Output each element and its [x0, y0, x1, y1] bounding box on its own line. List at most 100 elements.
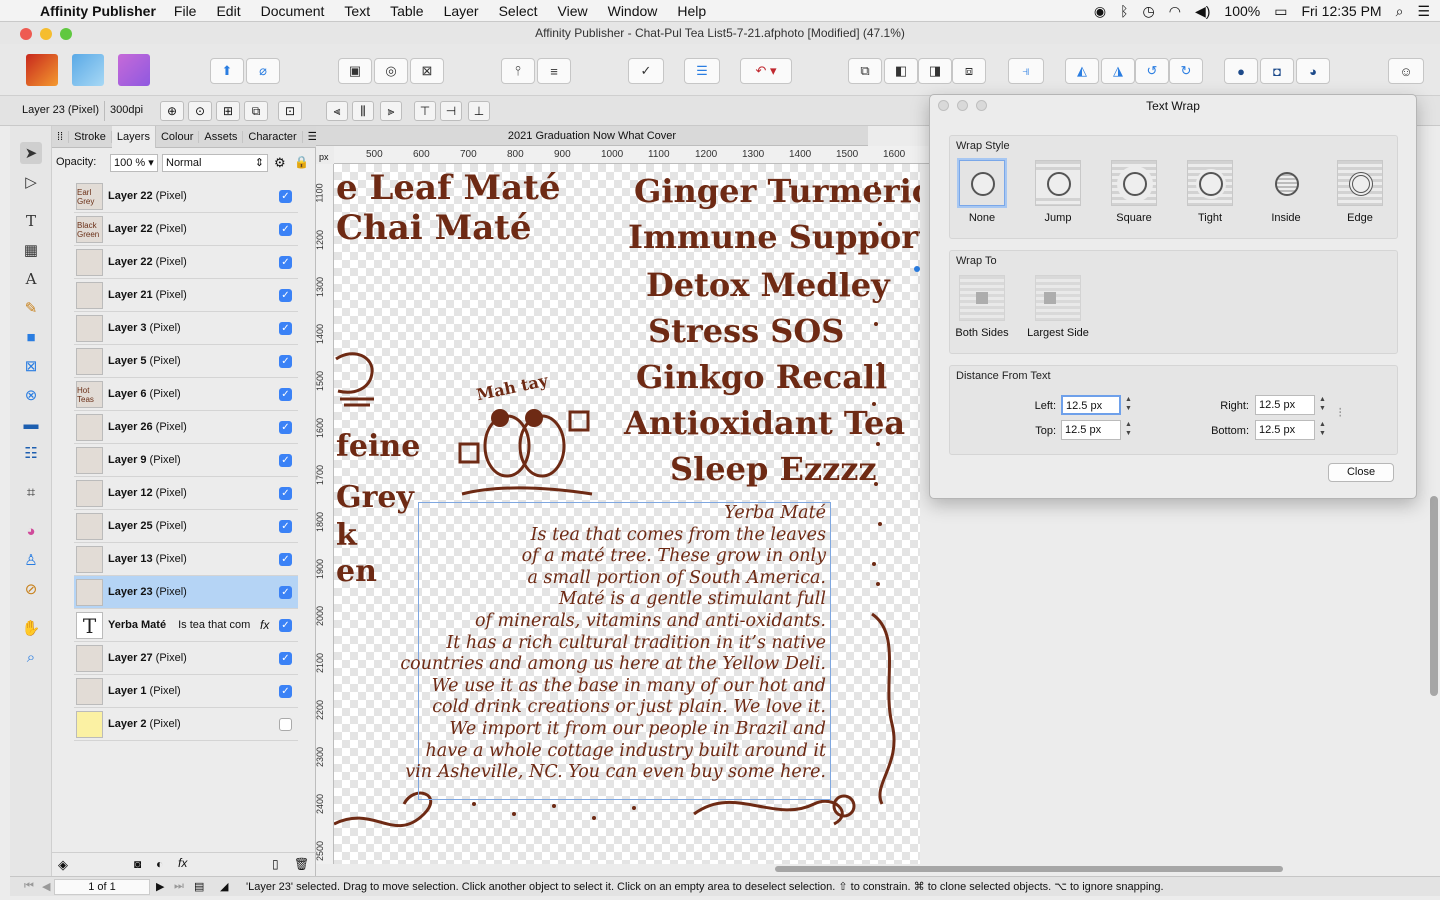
layer-visibility-checkbox[interactable]: ✓ — [279, 553, 292, 566]
align-top-icon[interactable]: ⊤ — [414, 101, 436, 121]
menu-file[interactable]: File — [174, 3, 197, 19]
gear-icon[interactable]: ⚙ — [274, 155, 286, 171]
left-distance-field[interactable]: 12.5 px — [1061, 395, 1121, 415]
layer-visibility-checkbox[interactable]: ✓ — [279, 421, 292, 434]
previous-page-icon[interactable]: ◀ — [42, 880, 50, 893]
layer-row[interactable]: Layer 26 (Pixel) ✓ — [74, 411, 298, 444]
zoom-tool-icon[interactable]: ⌕ — [20, 646, 42, 668]
wrap-to-largest-side[interactable]: Largest Side — [1027, 275, 1089, 339]
close-button[interactable]: Close — [1328, 463, 1394, 482]
app-menu[interactable]: Affinity Publisher — [40, 3, 156, 19]
layer-visibility-checkbox[interactable] — [279, 718, 292, 731]
right-distance-field[interactable]: 12.5 px — [1255, 395, 1315, 415]
layer-visibility-checkbox[interactable]: ✓ — [279, 454, 292, 467]
wrap-to-both-sides[interactable]: Both Sides — [955, 275, 1009, 339]
move-to-back-icon[interactable]: ⧉ — [848, 58, 882, 84]
publisher-persona-icon[interactable] — [26, 54, 58, 86]
wrap-style-jump[interactable]: Jump — [1035, 160, 1081, 224]
layer-row[interactable]: Earl Grey Layer 22 (Pixel) ✓ — [74, 180, 298, 213]
preflight-icon[interactable]: ✓ — [628, 58, 664, 84]
hand-tool-icon[interactable]: ✋ — [20, 617, 42, 639]
menu-view[interactable]: View — [558, 3, 588, 19]
transform-origin-icon[interactable]: ⊕ — [160, 101, 184, 121]
flip-horizontal-icon[interactable]: ◭ — [1065, 58, 1099, 84]
align-center-icon[interactable]: ⫼ — [352, 101, 374, 121]
trash-icon[interactable]: 🗑 — [294, 857, 309, 871]
selection-handle[interactable] — [914, 266, 920, 272]
align-left-icon[interactable]: ⫷ — [326, 101, 348, 121]
zoom-window-icon[interactable] — [60, 28, 72, 40]
blend-mode-select[interactable]: Normal ⇕ — [162, 154, 268, 172]
layer-row[interactable]: Layer 25 (Pixel) ✓ — [74, 510, 298, 543]
ellipse-frame-tool-icon[interactable]: ⊗ — [20, 384, 42, 406]
layers-stack-icon[interactable]: ◈ — [58, 857, 68, 873]
menu-text[interactable]: Text — [344, 3, 370, 19]
move-to-front-icon[interactable]: ⧈ — [952, 58, 986, 84]
artistic-text-tool-icon[interactable]: A — [20, 268, 42, 290]
align-bottom-icon[interactable]: ⊥ — [468, 101, 490, 121]
menu-window[interactable]: Window — [608, 3, 658, 19]
transparency-tool-icon[interactable]: ♙ — [20, 549, 42, 571]
layer-visibility-checkbox[interactable]: ✓ — [279, 190, 292, 203]
wrap-style-edge[interactable]: Edge — [1337, 160, 1383, 224]
layer-row[interactable]: Layer 13 (Pixel) ✓ — [74, 543, 298, 576]
ruler-vertical[interactable]: 1100 1200 1300 1400 1500 1600 1700 1800 1900 2000… — [315, 164, 334, 864]
subtract-shape-icon[interactable]: ◘ — [1260, 58, 1294, 84]
body-text-frame[interactable]: Yerba Maté Is tea that comes from the lea… — [400, 502, 831, 800]
pin-icon[interactable]: ⫯ — [501, 58, 535, 84]
layer-row[interactable]: Layer 22 (Pixel) ✓ — [74, 246, 298, 279]
fill-tool-icon[interactable]: ◕ — [20, 520, 42, 542]
notification-center-icon[interactable]: ☰ — [1417, 3, 1430, 20]
text-frame-icon[interactable]: ≡ — [537, 58, 571, 84]
layer-row[interactable]: T Yerba Maté Is tea that com fx ✓ — [74, 609, 298, 642]
wrap-style-inside[interactable]: Inside — [1263, 160, 1309, 224]
tab-layers[interactable]: Layers — [111, 125, 156, 148]
link-values-icon[interactable]: ⁝ — [1338, 404, 1342, 421]
bottom-distance-field[interactable]: 12.5 px — [1255, 420, 1315, 440]
menu-table[interactable]: Table — [390, 3, 423, 19]
last-page-icon[interactable]: ⏭ — [174, 880, 184, 893]
vertical-scrollbar[interactable] — [1430, 496, 1438, 696]
layer-visibility-checkbox[interactable]: ✓ — [279, 256, 292, 269]
node-tool-icon[interactable]: ▷ — [20, 171, 42, 193]
pen-tool-icon[interactable]: ✎ — [20, 297, 42, 319]
panel-grip-icon[interactable]: ⁞⁞ — [52, 130, 70, 143]
layer-visibility-checkbox[interactable]: ✓ — [279, 520, 292, 533]
volume-icon[interactable]: ◀) — [1195, 3, 1210, 20]
fit-icon[interactable]: ⊞ — [216, 101, 240, 121]
place-image-tool-icon[interactable]: ▬ — [20, 413, 42, 435]
picture-frame-tool-icon[interactable]: ⊠ — [20, 355, 42, 377]
menu-select[interactable]: Select — [499, 3, 538, 19]
tab-character[interactable]: Character — [243, 130, 303, 143]
layer-row[interactable]: Layer 9 (Pixel) ✓ — [74, 444, 298, 477]
layer-visibility-checkbox[interactable]: ✓ — [279, 289, 292, 302]
move-back-one-icon[interactable]: ◧ — [884, 58, 918, 84]
crop-icon[interactable]: ⊡ — [278, 101, 302, 121]
close-window-icon[interactable] — [20, 28, 32, 40]
text-frame-tool-icon[interactable]: T — [20, 210, 42, 232]
page-view-icon[interactable]: ▣ — [338, 58, 372, 84]
text-wrap-icon[interactable]: ↶ ▾ — [740, 58, 792, 84]
document-canvas[interactable]: e Leaf Maté Chai Maté feine Grey k en Gi… — [334, 164, 920, 864]
wrap-style-none[interactable]: None — [959, 160, 1005, 224]
document-tab[interactable]: 2021 Graduation Now What Cover — [316, 126, 868, 146]
align-right-icon[interactable]: ⫸ — [380, 101, 402, 121]
layer-row[interactable]: Black Green Layer 22 (Pixel) ✓ — [74, 213, 298, 246]
next-page-icon[interactable]: ▶ — [156, 880, 164, 893]
wifi-icon[interactable]: ◠ — [1169, 3, 1181, 20]
preview-mode-icon[interactable]: ◎ — [374, 58, 408, 84]
layer-row[interactable]: Layer 2 (Pixel) — [74, 708, 298, 741]
layer-row[interactable]: Layer 21 (Pixel) ✓ — [74, 279, 298, 312]
table-tool-icon[interactable]: ▦ — [20, 239, 42, 261]
layer-row[interactable]: Layer 3 (Pixel) ✓ — [74, 312, 298, 345]
minimize-window-icon[interactable] — [40, 28, 52, 40]
layer-visibility-checkbox[interactable]: ✓ — [279, 685, 292, 698]
top-distance-field[interactable]: 12.5 px — [1061, 420, 1121, 440]
share-icon[interactable]: ⬆ — [210, 58, 244, 84]
fx-icon[interactable]: fx — [260, 618, 269, 632]
bleed-icon[interactable]: ⊠ — [410, 58, 444, 84]
time-machine-icon[interactable]: ◷ — [1143, 3, 1155, 20]
layer-visibility-checkbox[interactable]: ✓ — [279, 487, 292, 500]
mask-icon[interactable]: ◙ — [134, 857, 141, 871]
align-middle-icon[interactable]: ⊣ — [440, 101, 462, 121]
